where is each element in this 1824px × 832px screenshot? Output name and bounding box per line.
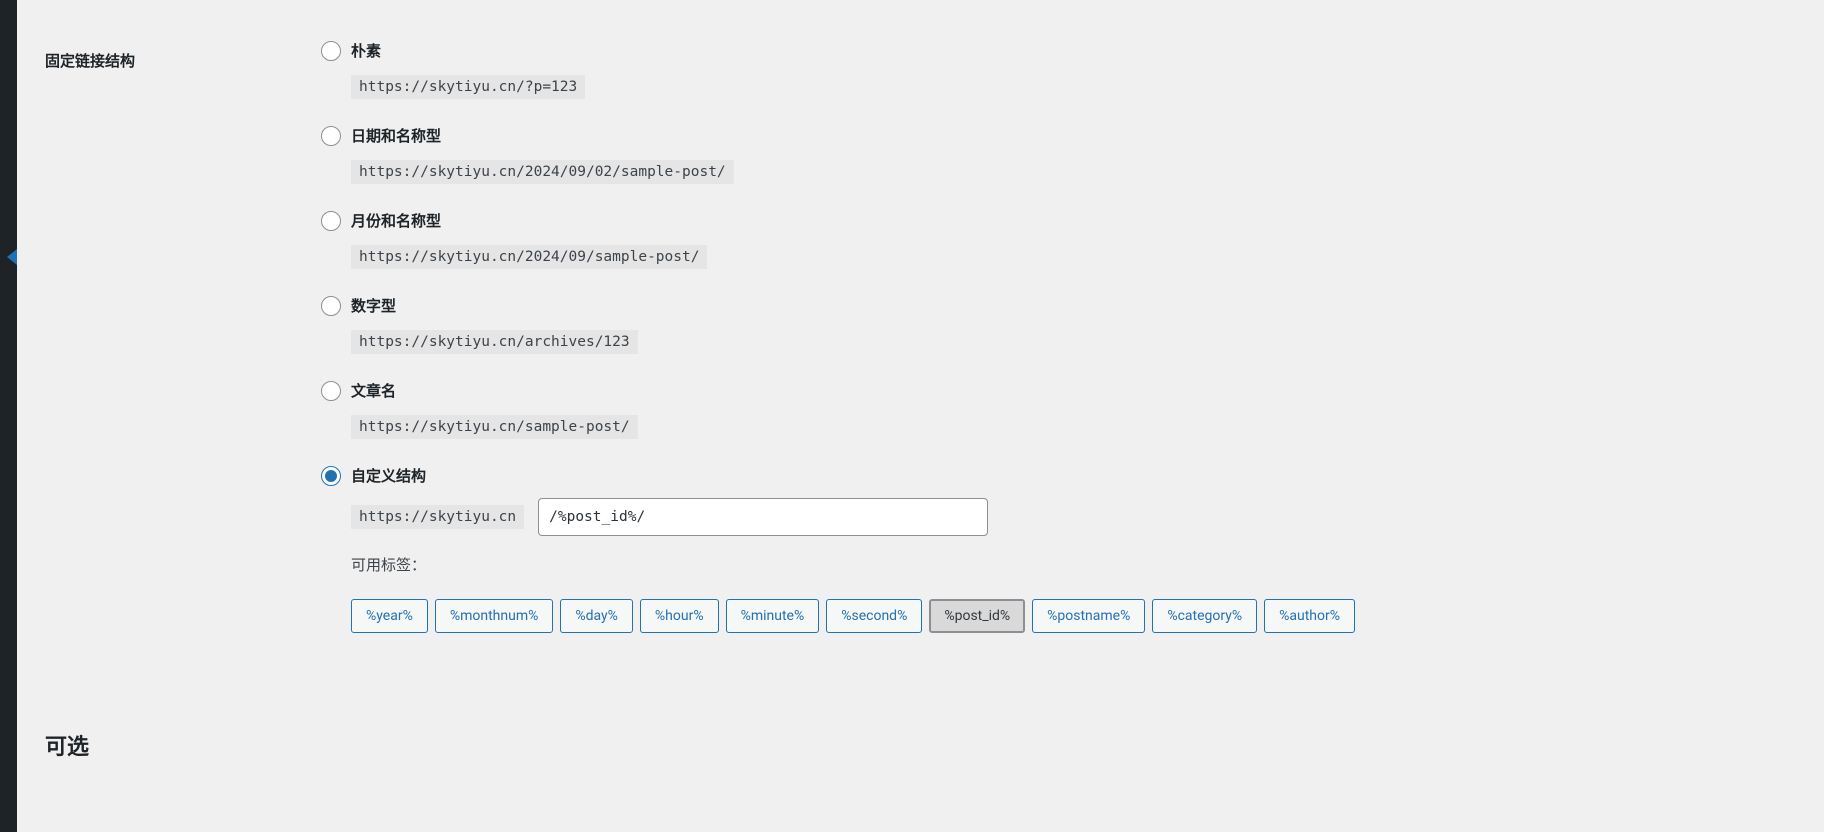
available-tags-row: %year% %monthnum% %day% %hour% %minute% … — [351, 599, 1796, 633]
radio-plain[interactable] — [321, 41, 341, 61]
option-day-name: 日期和名称型 https://skytiyu.cn/2024/09/02/sam… — [321, 125, 1796, 184]
tag-hour[interactable]: %hour% — [640, 599, 719, 633]
option-postname-label: 文章名 — [351, 380, 396, 401]
radio-postname[interactable] — [321, 381, 341, 401]
tag-author[interactable]: %author% — [1264, 599, 1355, 633]
radio-numeric[interactable] — [321, 296, 341, 316]
option-numeric-label: 数字型 — [351, 295, 396, 316]
available-tags-label: 可用标签： — [351, 554, 1796, 575]
option-custom-label: 自定义结构 — [351, 465, 426, 486]
tag-day[interactable]: %day% — [560, 599, 633, 633]
option-month-name: 月份和名称型 https://skytiyu.cn/2024/09/sample… — [321, 210, 1796, 269]
option-plain: 朴素 https://skytiyu.cn/?p=123 — [321, 40, 1796, 99]
option-month-name-label: 月份和名称型 — [351, 210, 441, 231]
tag-monthnum[interactable]: %monthnum% — [435, 599, 554, 633]
settings-content: 固定链接结构 朴素 https://skytiyu.cn/?p=123 日期和名… — [17, 0, 1824, 832]
option-plain-example: https://skytiyu.cn/?p=123 — [351, 75, 585, 99]
option-numeric-example: https://skytiyu.cn/archives/123 — [351, 330, 638, 354]
option-day-name-example: https://skytiyu.cn/2024/09/02/sample-pos… — [351, 160, 734, 184]
tag-category[interactable]: %category% — [1152, 599, 1257, 633]
custom-structure-input[interactable] — [538, 498, 988, 536]
option-day-name-label: 日期和名称型 — [351, 125, 441, 146]
tag-minute[interactable]: %minute% — [726, 599, 820, 633]
admin-sidebar-strip — [0, 0, 17, 832]
custom-prefix: https://skytiyu.cn — [351, 505, 524, 529]
optional-section-heading: 可选 — [45, 729, 1796, 761]
tag-year[interactable]: %year% — [351, 599, 428, 633]
tag-post-id[interactable]: %post_id% — [929, 599, 1025, 633]
option-postname: 文章名 https://skytiyu.cn/sample-post/ — [321, 380, 1796, 439]
tag-postname[interactable]: %postname% — [1032, 599, 1145, 633]
tag-second[interactable]: %second% — [826, 599, 922, 633]
permalink-structure-heading: 固定链接结构 — [45, 40, 321, 71]
active-menu-indicator — [7, 249, 17, 265]
option-numeric: 数字型 https://skytiyu.cn/archives/123 — [321, 295, 1796, 354]
option-plain-label: 朴素 — [351, 40, 381, 61]
option-month-name-example: https://skytiyu.cn/2024/09/sample-post/ — [351, 245, 707, 269]
radio-custom[interactable] — [321, 466, 341, 486]
radio-day-name[interactable] — [321, 126, 341, 146]
option-postname-example: https://skytiyu.cn/sample-post/ — [351, 415, 638, 439]
option-custom: 自定义结构 https://skytiyu.cn 可用标签： %year% %m… — [321, 465, 1796, 633]
radio-month-name[interactable] — [321, 211, 341, 231]
